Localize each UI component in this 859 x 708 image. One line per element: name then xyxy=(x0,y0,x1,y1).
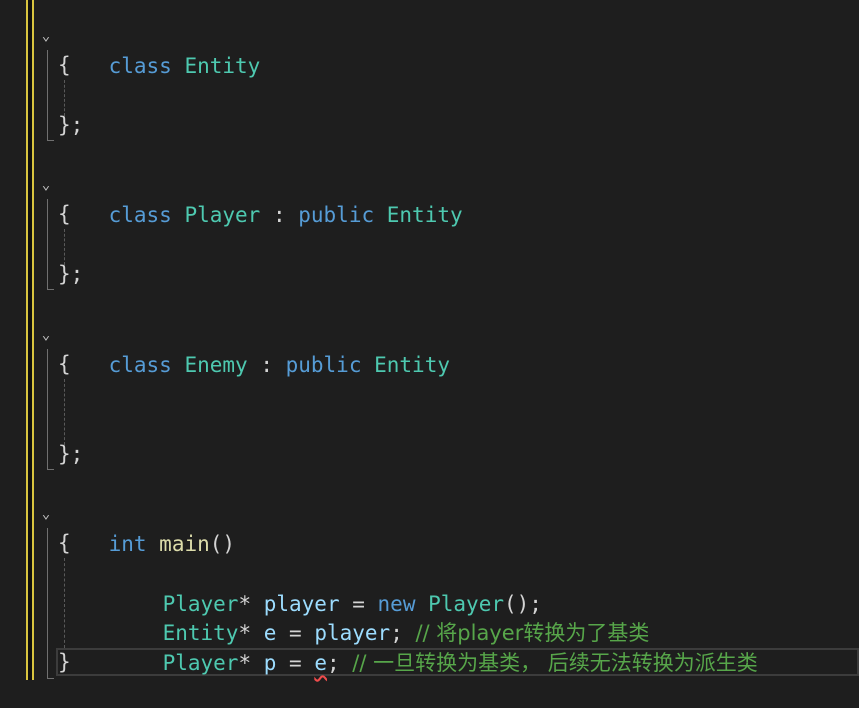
code-line[interactable]: { xyxy=(58,199,71,229)
code-line[interactable]: class Enemy : public Entity xyxy=(58,320,450,377)
assign-op: = xyxy=(276,651,315,675)
keyword-class: class xyxy=(108,203,172,227)
code-line[interactable]: { xyxy=(58,349,71,379)
fold-chevron-icon[interactable]: ⌄ xyxy=(38,320,54,350)
keyword-int: int xyxy=(108,532,147,556)
code-line[interactable]: { xyxy=(58,528,71,558)
fold-chevron-icon[interactable]: ⌄ xyxy=(38,21,54,51)
close-brace: }; xyxy=(58,113,84,137)
code-line[interactable]: class Entity xyxy=(58,21,261,78)
type-name: Player xyxy=(162,651,239,675)
code-line[interactable]: int main() xyxy=(58,499,235,556)
open-brace: { xyxy=(58,352,71,376)
code-comment: // 一旦转换为基类， 后续无法转换为派生类 xyxy=(352,651,758,675)
parens: () xyxy=(209,532,236,556)
code-line[interactable]: Entity* e = player; // 将player转换为了基类 xyxy=(112,588,650,645)
base-class-name: Entity xyxy=(386,203,463,227)
class-name: Entity xyxy=(184,54,261,78)
scope-bracket xyxy=(47,528,54,679)
class-name: Player xyxy=(184,203,261,227)
code-line[interactable]: }; xyxy=(58,439,83,469)
inheritance-colon: : xyxy=(247,353,286,377)
close-brace: }; xyxy=(58,262,84,286)
error-squiggle-variable[interactable]: e xyxy=(314,651,327,675)
code-line[interactable]: Player* player = new Player(); xyxy=(112,559,542,616)
change-indicator-bar xyxy=(26,0,34,680)
access-specifier: public xyxy=(285,353,362,377)
code-line[interactable]: }; xyxy=(58,259,83,289)
pointer-star: * xyxy=(238,651,264,675)
scope-bracket xyxy=(47,199,54,290)
open-brace: { xyxy=(58,202,71,226)
code-line[interactable]: }; xyxy=(58,110,83,140)
fold-chevron-icon[interactable]: ⌄ xyxy=(38,170,54,200)
scope-bracket xyxy=(47,50,54,141)
code-editor[interactable]: ⌄ ⌄ ⌄ ⌄ class Entity { }; class Player :… xyxy=(0,0,859,696)
code-line[interactable]: class Player : public Entity xyxy=(58,170,463,227)
close-brace: }; xyxy=(58,442,84,466)
variable-name: p xyxy=(263,651,277,675)
class-name: Enemy xyxy=(184,353,248,377)
close-brace: } xyxy=(58,650,71,674)
base-class-name: Entity xyxy=(374,353,450,377)
keyword-class: class xyxy=(108,353,172,377)
open-brace: { xyxy=(58,531,71,555)
code-line[interactable]: { xyxy=(58,50,71,80)
inheritance-colon: : xyxy=(260,203,299,227)
scope-bracket xyxy=(47,349,54,470)
semicolon: ; xyxy=(326,651,353,675)
fold-chevron-icon[interactable]: ⌄ xyxy=(38,499,54,529)
code-line[interactable]: } xyxy=(58,647,71,677)
access-specifier: public xyxy=(298,203,375,227)
code-line[interactable]: Player* p = e; // 一旦转换为基类， 后续无法转换为派生类 xyxy=(112,618,758,675)
keyword-class: class xyxy=(108,54,172,78)
function-name: main xyxy=(159,532,210,556)
open-brace: { xyxy=(58,53,71,77)
